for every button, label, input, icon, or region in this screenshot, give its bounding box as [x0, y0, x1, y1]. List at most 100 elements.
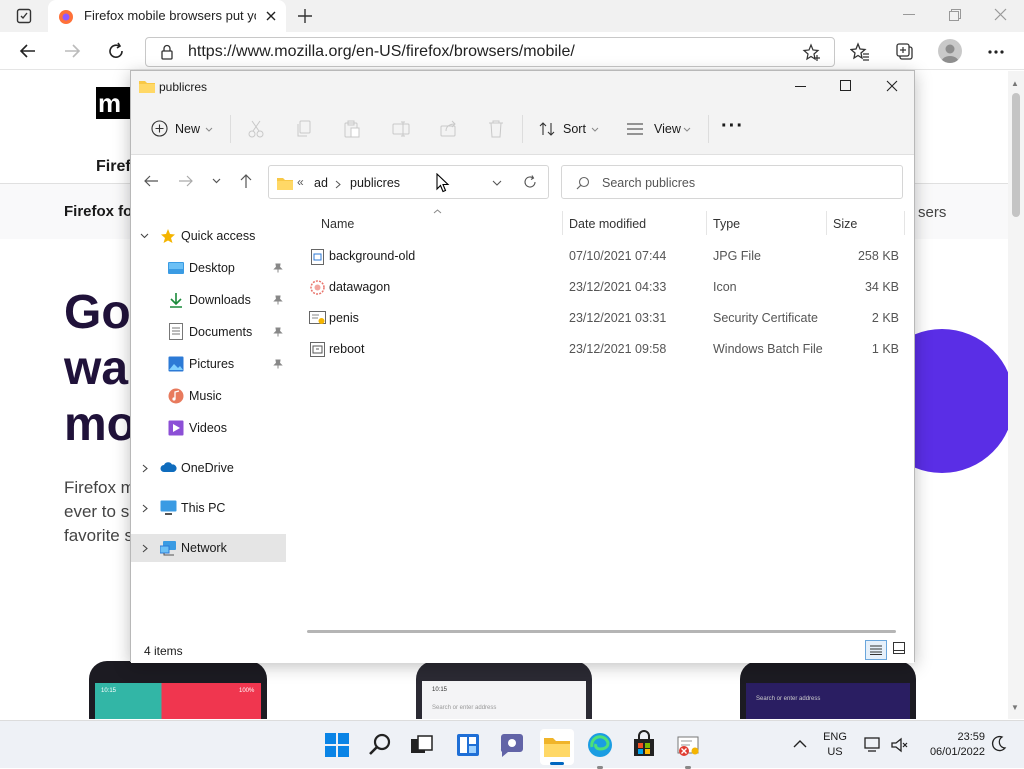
focus-assist-icon[interactable]: [989, 735, 1007, 753]
lock-icon[interactable]: [160, 44, 174, 60]
table-row[interactable]: background-old 07/10/2021 07:44 JPG File…: [291, 241, 914, 272]
rename-icon[interactable]: [392, 120, 410, 138]
forward-icon[interactable]: [62, 41, 82, 61]
file-name: datawagon: [329, 280, 391, 294]
widgets-button[interactable]: [452, 729, 484, 761]
minimize-browser-icon[interactable]: [903, 14, 915, 16]
sidebar-item-documents[interactable]: Documents: [131, 318, 286, 346]
column-header-name[interactable]: Name: [321, 217, 354, 231]
sidebar-item-label: Pictures: [189, 357, 235, 371]
certificate-manager-button[interactable]: [672, 729, 704, 769]
sidebar-item-onedrive[interactable]: OneDrive: [131, 454, 286, 482]
file-type: Windows Batch File: [713, 342, 823, 356]
close-tab-icon[interactable]: [264, 9, 278, 23]
sidebar-item-pictures[interactable]: Pictures: [131, 350, 286, 378]
volume-muted-icon[interactable]: [890, 737, 908, 753]
explorer-title-bar[interactable]: publicres: [131, 71, 914, 103]
sidebar-item-videos[interactable]: Videos: [131, 414, 286, 442]
new-button[interactable]: New: [143, 117, 219, 141]
table-row[interactable]: penis 23/12/2021 03:31 Security Certific…: [291, 303, 914, 334]
horizontal-scrollbar[interactable]: [307, 630, 896, 633]
copy-icon[interactable]: [296, 120, 312, 138]
pin-icon: [273, 359, 283, 369]
breadcrumb-segment[interactable]: ad: [314, 176, 328, 190]
restore-browser-icon[interactable]: [949, 9, 961, 21]
add-favorite-icon[interactable]: [802, 43, 822, 61]
address-bar[interactable]: https://www.mozilla.org/en-US/firefox/br…: [145, 37, 835, 67]
start-button[interactable]: [321, 729, 353, 761]
chevron-down-icon[interactable]: [492, 180, 502, 186]
paste-icon[interactable]: [344, 120, 360, 138]
collections-icon[interactable]: [895, 42, 915, 62]
chat-button[interactable]: [496, 729, 528, 761]
sidebar-item-label: Quick access: [181, 229, 256, 243]
sidebar-item-music[interactable]: Music: [131, 382, 286, 410]
table-row[interactable]: reboot 23/12/2021 09:58 Windows Batch Fi…: [291, 334, 914, 365]
file-name: reboot: [329, 342, 365, 356]
browser-scrollbar[interactable]: ▲ ▼: [1008, 71, 1024, 719]
store-icon: [634, 730, 654, 756]
breadcrumb-overflow[interactable]: «: [297, 175, 304, 189]
sidebar-item-downloads[interactable]: Downloads: [131, 286, 286, 314]
share-icon[interactable]: [440, 120, 458, 138]
details-view-button[interactable]: [865, 640, 887, 660]
breadcrumb-segment[interactable]: publicres: [350, 176, 400, 190]
up-arrow-icon[interactable]: [238, 173, 254, 189]
browser-menu-icon[interactable]: [986, 42, 1006, 62]
edge-button[interactable]: [584, 729, 616, 769]
forward-arrow-icon[interactable]: [178, 173, 194, 189]
sort-button[interactable]: Sort: [533, 117, 605, 141]
sidebar-item-quick-access[interactable]: Quick access: [131, 222, 286, 250]
browser-tab[interactable]: Firefox mobile browsers put you: [48, 0, 286, 32]
back-arrow-icon[interactable]: [143, 173, 159, 189]
phone-search-text: Search or enter address: [432, 705, 497, 711]
desktop-icon: [168, 262, 184, 274]
view-button[interactable]: View: [621, 117, 693, 141]
column-header-size[interactable]: Size: [833, 217, 857, 231]
taskbar: ENG US 23:59 06/01/2022: [0, 720, 1024, 769]
tiles-view-button[interactable]: [892, 641, 906, 655]
cut-icon[interactable]: [248, 120, 264, 138]
webpage-paragraph: Firefox m ever to s favorite s: [64, 476, 135, 548]
network-status-icon[interactable]: [864, 737, 882, 753]
sidebar-item-network[interactable]: Network: [131, 534, 286, 562]
sidebar-item-desktop[interactable]: Desktop: [131, 254, 286, 282]
search-icon: [369, 733, 391, 755]
task-view-button[interactable]: [406, 729, 438, 761]
tab-actions-icon[interactable]: [16, 8, 32, 24]
new-tab-icon[interactable]: [296, 7, 314, 25]
close-browser-icon[interactable]: [994, 8, 1007, 21]
language-indicator[interactable]: ENG US: [820, 730, 850, 760]
profile-avatar[interactable]: [938, 39, 962, 63]
minimize-icon[interactable]: [795, 86, 806, 88]
table-row[interactable]: datawagon 23/12/2021 04:33 Icon 34 KB: [291, 272, 914, 303]
file-size: 258 KB: [857, 249, 899, 263]
refresh-icon[interactable]: [523, 175, 537, 189]
close-icon[interactable]: [886, 80, 898, 92]
show-hidden-icons-button[interactable]: [793, 739, 807, 748]
view-label: View: [654, 122, 681, 136]
sidebar-item-this-pc[interactable]: This PC: [131, 494, 286, 522]
recent-locations-icon[interactable]: [212, 178, 221, 184]
breadcrumb[interactable]: « ad publicres: [268, 165, 549, 199]
maximize-icon[interactable]: [840, 80, 851, 91]
mozilla-logo[interactable]: m: [96, 87, 132, 119]
column-header-date[interactable]: Date modified: [569, 217, 646, 231]
store-button[interactable]: [628, 729, 660, 761]
back-icon[interactable]: [18, 41, 38, 61]
column-header-type[interactable]: Type: [713, 217, 740, 231]
favorites-icon[interactable]: [850, 42, 870, 62]
clock[interactable]: 23:59 06/01/2022: [915, 730, 985, 760]
sidebar-item-label: Videos: [189, 421, 227, 435]
search-button[interactable]: [364, 729, 396, 761]
webpage-subnav-link[interactable]: sers: [918, 204, 946, 221]
scrollbar-thumb[interactable]: [1012, 93, 1020, 217]
browser-tab-bar: Firefox mobile browsers put you: [0, 0, 1024, 32]
file-explorer-taskbar-button[interactable]: [540, 729, 574, 765]
more-options-button[interactable]: ···: [721, 115, 744, 138]
search-input[interactable]: Search publicres: [561, 165, 903, 199]
reload-icon[interactable]: [106, 41, 126, 61]
delete-icon[interactable]: [488, 120, 504, 138]
sidebar-item-label: Downloads: [189, 293, 251, 307]
webpage-subnav-title[interactable]: Firefox fo: [64, 203, 132, 220]
